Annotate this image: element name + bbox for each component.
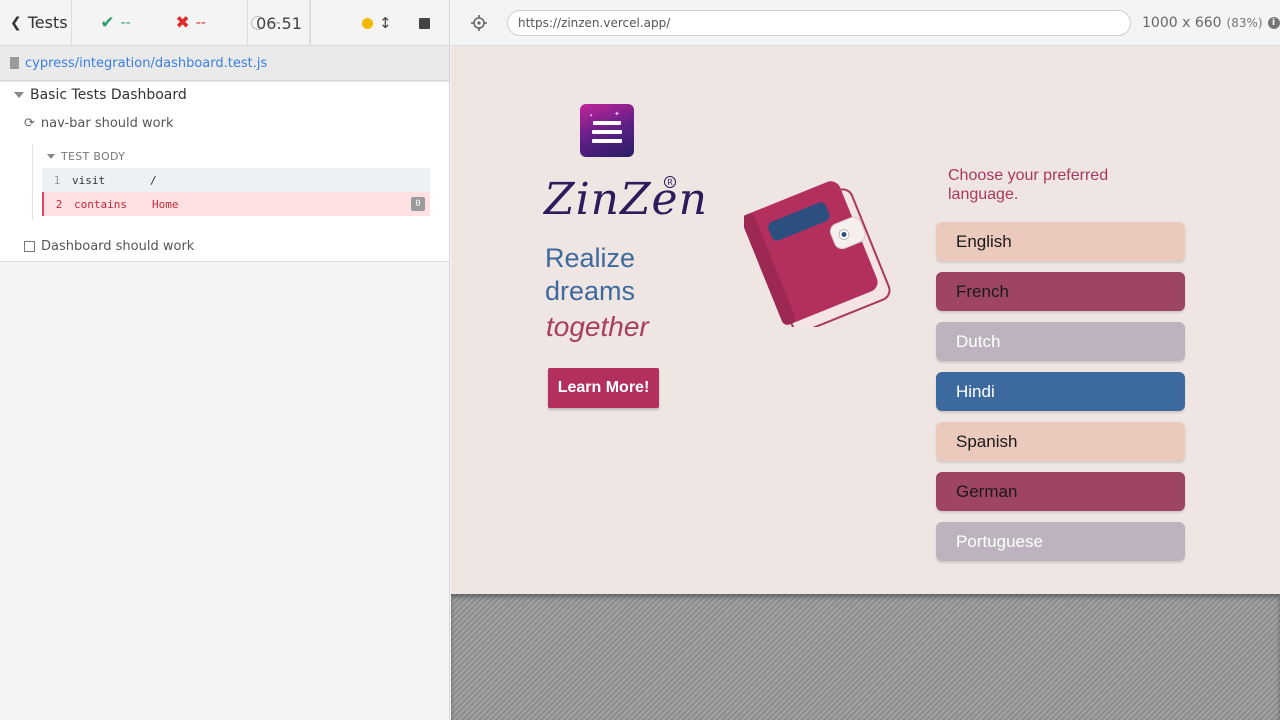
test-body: TEST BODY 1 visit / 2 contains Home 0 [32, 144, 430, 220]
diary-illustration [744, 181, 891, 327]
cypress-reporter: ❮ Tests ✔ -- ✖ -- -- 06.51 ↕ cypress/int… [0, 0, 450, 720]
language-button-german[interactable]: German [936, 472, 1185, 511]
language-button-english[interactable]: English [936, 222, 1185, 261]
language-button-portuguese[interactable]: Portuguese [936, 522, 1185, 561]
running-indicator-icon [362, 0, 373, 46]
command-number: 2 [55, 197, 63, 211]
stop-button[interactable] [419, 0, 430, 46]
passed-stat: ✔ -- [100, 13, 130, 33]
tagline: Realize dreams [545, 242, 635, 308]
file-icon [10, 57, 19, 69]
url-bar[interactable]: https://zinzen.vercel.app/ [507, 10, 1131, 36]
test-item[interactable]: ⟳ nav-bar should work [24, 116, 174, 131]
language-button-dutch[interactable]: Dutch [936, 322, 1185, 361]
test-body-header[interactable]: TEST BODY [47, 150, 125, 163]
command-number: 1 [53, 173, 61, 187]
collapse-icon [14, 92, 24, 98]
duration: 06.51 [247, 0, 311, 46]
suite-title-row[interactable]: Basic Tests Dashboard [14, 87, 187, 103]
test-item[interactable]: Dashboard should work [24, 239, 194, 254]
tagline-line1: Realize [545, 243, 636, 273]
tests-label: Tests [27, 13, 68, 32]
failed-count: -- [195, 14, 206, 31]
test-title: nav-bar should work [40, 116, 174, 131]
element-count-badge: 0 [411, 197, 425, 211]
spec-bar: cypress/integration/dashboard.test.js [0, 46, 449, 81]
x-icon: ✖ [175, 12, 190, 33]
command-name: visit [72, 173, 106, 187]
viewport-empty-area [451, 594, 1280, 720]
tests-button[interactable]: ❮ Tests [0, 0, 72, 45]
suite-title: Basic Tests Dashboard [30, 87, 187, 103]
collapse-icon [47, 154, 55, 159]
viewport-info: 1000 x 660 (83%) i [1142, 0, 1280, 46]
command-message: / [150, 173, 157, 187]
stop-icon [419, 17, 430, 29]
test-title: Dashboard should work [41, 239, 195, 254]
spec-path-link[interactable]: cypress/integration/dashboard.test.js [25, 56, 267, 71]
language-button-spanish[interactable]: Spanish [936, 422, 1185, 461]
learn-more-button[interactable]: Learn More! [548, 368, 659, 408]
aut-header: https://zinzen.vercel.app/ 1000 x 660 (8… [451, 0, 1280, 46]
auto-scroll-icon[interactable]: ↕ [379, 0, 392, 46]
selector-playground-icon[interactable] [471, 15, 487, 31]
language-button-french[interactable]: French [936, 272, 1185, 311]
queued-square-icon [24, 241, 35, 252]
registered-icon: R [664, 176, 676, 188]
viewport-scale: (83%) [1226, 16, 1263, 30]
command-row-failed[interactable]: 2 contains Home 0 [42, 192, 430, 216]
info-icon[interactable]: i [1267, 17, 1280, 29]
chevron-left-icon: ❮ [10, 14, 22, 31]
tagline-line3: together [546, 311, 649, 342]
zinzen-wordmark: ZinZen [544, 174, 708, 225]
command-name: contains [74, 197, 127, 211]
tagline-line2: dreams [545, 276, 636, 306]
viewport-size: 1000 x 660 [1142, 15, 1222, 31]
failed-stat: ✖ -- [175, 13, 205, 33]
app-preview: ✦ ✦ ZinZen R Realize dreams together Lea… [451, 46, 1280, 594]
zinzen-logo-icon: ✦ ✦ [580, 104, 634, 157]
passed-count: -- [120, 14, 131, 31]
check-icon: ✔ [100, 12, 115, 33]
test-suite: Basic Tests Dashboard ⟳ nav-bar should w… [0, 82, 449, 262]
command-message: Home [152, 197, 179, 211]
refresh-icon: ⟳ [24, 116, 35, 131]
command-row[interactable]: 1 visit / [42, 168, 430, 192]
language-button-hindi[interactable]: Hindi [936, 372, 1185, 411]
choose-language-heading: Choose your preferred language. [948, 167, 1109, 203]
test-body-title: TEST BODY [61, 150, 126, 163]
